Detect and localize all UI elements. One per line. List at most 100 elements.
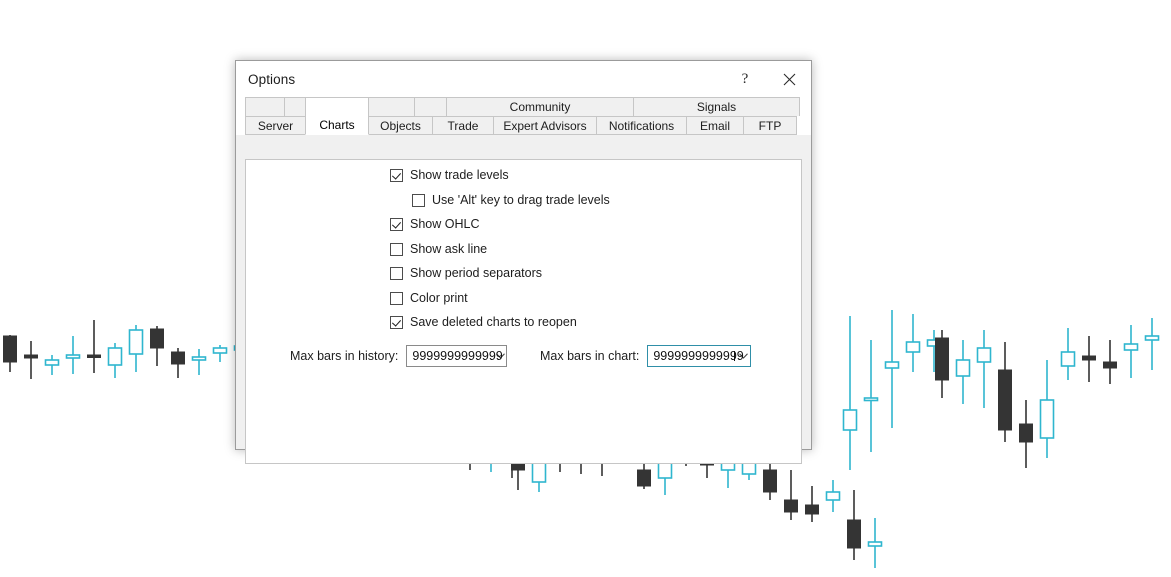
candlestick — [1146, 318, 1159, 370]
max-bars-in-chart-combobox[interactable]: 9999999999999 — [647, 345, 751, 367]
candlestick — [88, 320, 101, 373]
option-row-show-trade-levels[interactable]: Show trade levels — [390, 168, 509, 182]
tab-label: Expert Advisors — [503, 119, 586, 133]
candlestick — [1083, 336, 1096, 382]
candlestick — [1062, 328, 1075, 380]
checkbox-label: Color print — [410, 291, 468, 305]
candlestick — [1020, 400, 1033, 468]
candlestick — [848, 490, 861, 560]
candlestick — [936, 330, 949, 398]
candlestick — [907, 314, 920, 372]
candle-body — [1125, 344, 1138, 350]
option-row-show-ask-line[interactable]: Show ask line — [390, 242, 487, 256]
candle-body — [886, 362, 899, 368]
candle-body — [533, 462, 546, 482]
candle-body — [67, 355, 80, 358]
checkbox-label: Save deleted charts to reopen — [410, 315, 577, 329]
candle-body — [806, 505, 819, 514]
candlestick — [67, 336, 80, 374]
option-row-show-period-separators[interactable]: Show period separators — [390, 266, 542, 280]
max-bars-in-history-value: 9999999999999 — [407, 349, 494, 363]
candlestick — [1041, 360, 1054, 458]
candle-body — [638, 470, 651, 486]
tab-spacer — [414, 97, 447, 116]
candlestick — [172, 348, 185, 378]
candle-body — [865, 398, 878, 401]
tab-spacer — [245, 97, 285, 116]
candlestick — [869, 518, 882, 568]
help-button[interactable]: ? — [723, 61, 767, 97]
tab-server[interactable]: Server — [245, 116, 306, 135]
candlestick — [957, 340, 970, 404]
candlestick — [1104, 340, 1117, 384]
tab-label: Objects — [380, 119, 421, 133]
candle-body — [1020, 424, 1033, 442]
tab-strip: EventsCommunitySignals ServerChartsObjec… — [236, 97, 811, 135]
checkbox-save-deleted-charts-to-reopen[interactable] — [390, 316, 403, 329]
tab-row-bottom: ServerChartsObjectsTradeExpert AdvisorsN… — [245, 116, 802, 135]
candlestick — [999, 342, 1012, 442]
candle-body — [109, 348, 122, 365]
max-bars-in-history-group: Max bars in history: 9999999999999 — [290, 345, 507, 367]
tab-signals[interactable]: Signals — [633, 97, 800, 116]
checkbox-label: Show ask line — [410, 242, 487, 256]
tab-label: Trade — [448, 119, 479, 133]
tab-ftp[interactable]: FTP — [743, 116, 797, 135]
candle-body — [827, 492, 840, 500]
candlestick — [109, 343, 122, 378]
tab-trade[interactable]: Trade — [432, 116, 494, 135]
candlestick — [827, 480, 840, 512]
checkbox-show-ohlc[interactable] — [390, 218, 403, 231]
candle-body — [1041, 400, 1054, 438]
max-bars-in-history-combobox[interactable]: 9999999999999 — [406, 345, 507, 367]
tab-objects[interactable]: Objects — [368, 116, 433, 135]
dialog-title: Options — [236, 72, 295, 87]
candlestick — [886, 310, 899, 428]
candle-body — [957, 360, 970, 376]
max-bars-row: Max bars in history: 9999999999999 Max b… — [246, 345, 801, 369]
max-bars-in-chart-value: 9999999999999 — [648, 349, 737, 363]
tab-charts[interactable]: Charts — [305, 97, 369, 135]
checkbox-show-period-separators[interactable] — [390, 267, 403, 280]
candlestick — [130, 325, 143, 372]
checkbox-color-print[interactable] — [390, 292, 403, 305]
checkbox-label: Use 'Alt' key to drag trade levels — [432, 193, 610, 207]
candle-body — [999, 370, 1012, 430]
candlestick — [844, 316, 857, 470]
candle-body — [88, 355, 101, 358]
tab-label: FTP — [759, 119, 782, 133]
candle-body — [130, 330, 143, 354]
candle-body — [1083, 356, 1096, 360]
option-row-color-print[interactable]: Color print — [390, 291, 468, 305]
tab-label: Signals — [697, 100, 736, 114]
tab-community[interactable]: Community — [446, 97, 634, 116]
checkbox-use-alt-key-to-drag-trade-levels[interactable] — [412, 194, 425, 207]
max-bars-in-chart-group: Max bars in chart: 9999999999999 — [540, 345, 751, 367]
candle-body — [764, 470, 777, 492]
candle-body — [172, 352, 185, 364]
option-row-save-deleted-charts-to-reopen[interactable]: Save deleted charts to reopen — [390, 315, 577, 329]
close-button[interactable] — [767, 61, 811, 97]
candlestick — [978, 330, 991, 408]
tab-expert-advisors[interactable]: Expert Advisors — [493, 116, 597, 135]
option-row-show-ohlc[interactable]: Show OHLC — [390, 217, 479, 231]
options-dialog: Options ? EventsCommunitySignals ServerC… — [235, 60, 812, 450]
candlestick — [214, 345, 227, 362]
tab-email[interactable]: Email — [686, 116, 744, 135]
tab-label: Email — [700, 119, 730, 133]
checkbox-label: Show trade levels — [410, 168, 509, 182]
charts-settings-panel: Show trade levels Use 'Alt' key to drag t… — [245, 159, 802, 464]
checkbox-show-ask-line[interactable] — [390, 243, 403, 256]
candle-body — [151, 329, 164, 348]
candlestick — [46, 355, 59, 375]
checkbox-label: Show OHLC — [410, 217, 479, 231]
candlestick — [193, 349, 206, 375]
candle-body — [193, 357, 206, 360]
candle-body — [907, 342, 920, 352]
option-row-use-alt-key-to-drag-trade-levels[interactable]: Use 'Alt' key to drag trade levels — [412, 193, 610, 207]
candlestick — [151, 326, 164, 366]
candle-body — [1062, 352, 1075, 366]
checkbox-show-trade-levels[interactable] — [390, 169, 403, 182]
tab-notifications[interactable]: Notifications — [596, 116, 687, 135]
candle-body — [844, 410, 857, 430]
